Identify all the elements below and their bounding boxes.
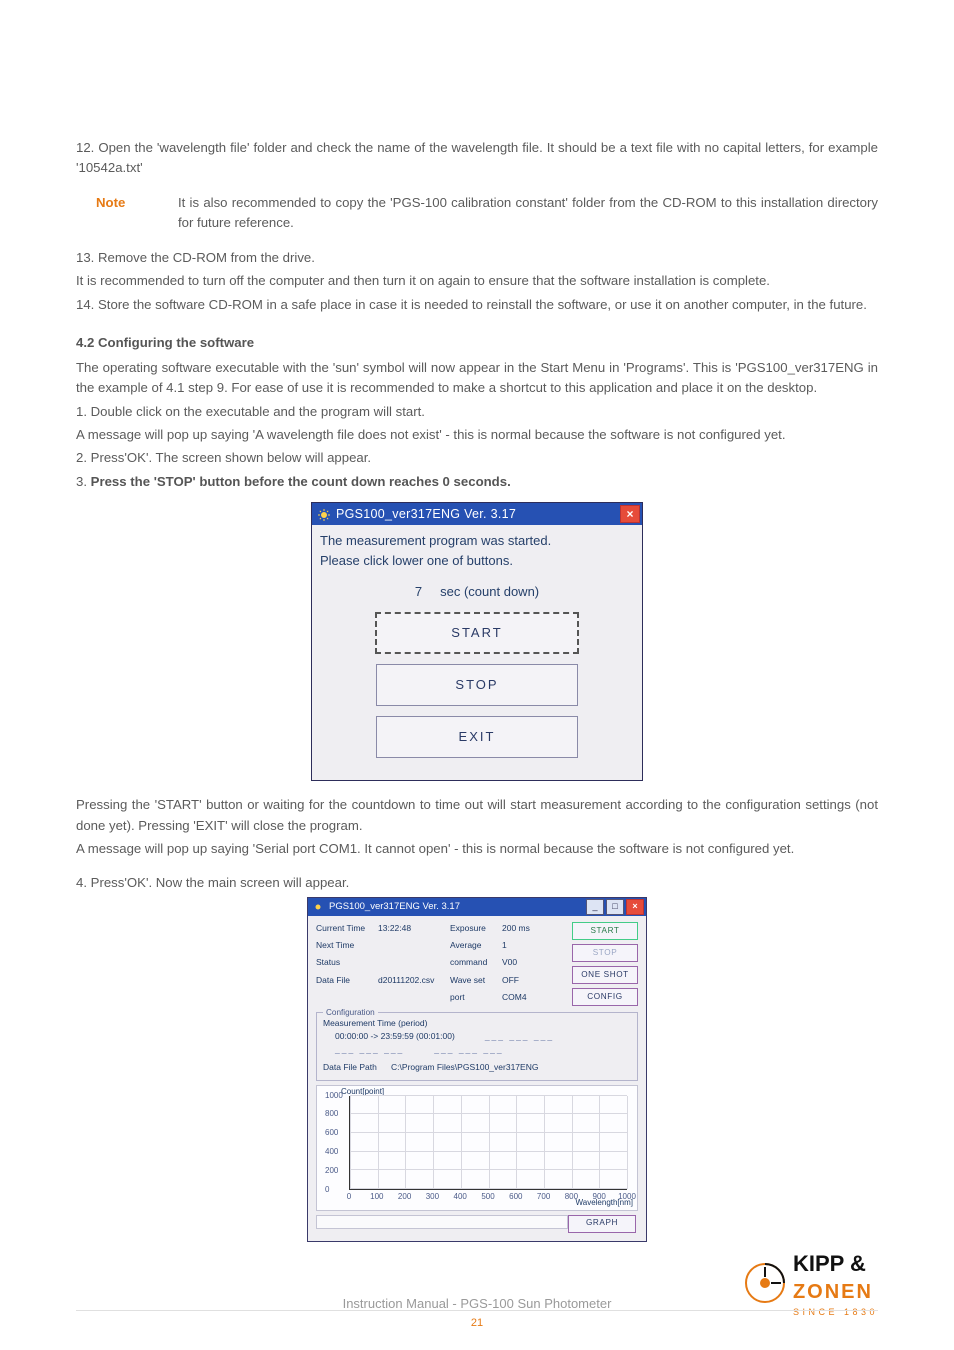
step-14: 14. Store the software CD-ROM in a safe …: [76, 295, 878, 315]
exit-button[interactable]: EXIT: [376, 716, 578, 758]
chart-x-tick: 1000: [618, 1191, 636, 1203]
config-button[interactable]: CONFIG: [572, 988, 638, 1006]
dashes-3: ___ ___ ___: [434, 1043, 503, 1056]
chart-panel: Count[point] Wavelength[nm] 010020030040…: [316, 1085, 638, 1211]
port-value: COM4: [502, 991, 538, 1006]
status-value: [378, 956, 446, 971]
chart-x-tick: 0: [347, 1191, 351, 1203]
step-4-2-4: 4. Press'OK'. Now the main screen will a…: [76, 873, 878, 893]
status-bar: [316, 1215, 568, 1229]
next-time-value: [378, 939, 446, 954]
exposure-value: 200 ms: [502, 922, 538, 937]
after-shot1-b: A message will pop up saying 'Serial por…: [76, 839, 878, 859]
step-4-2-1: 1. Double click on the executable and th…: [76, 402, 878, 422]
chart-x-tick: 300: [426, 1191, 439, 1203]
step-4-2-3: 3. Press the 'STOP' button before the co…: [76, 472, 878, 492]
chart-x-tick: 100: [370, 1191, 383, 1203]
chart-y-tick: 600: [325, 1127, 338, 1139]
section-4-2-heading: 4.2 Configuring the software: [76, 333, 878, 353]
main-screen-screenshot: PGS100_ver317ENG Ver. 3.17 _ □ × Current…: [307, 897, 647, 1242]
average-value: 1: [502, 939, 538, 954]
chart-x-tick: 200: [398, 1191, 411, 1203]
start-button[interactable]: START: [375, 612, 579, 654]
data-file-path-value: C:\Program Files\PGS100_ver317ENG: [391, 1062, 538, 1072]
section-4-2-intro: The operating software executable with t…: [76, 358, 878, 399]
brand-line-1: KIPP &: [793, 1247, 878, 1281]
chart-y-tick: 800: [325, 1108, 338, 1120]
meas-time-value: 00:00:00 -> 23:59:59 (00:01:00): [323, 1030, 455, 1043]
close-button[interactable]: ×: [620, 505, 640, 523]
step-13-followup: It is recommended to turn off the comput…: [76, 271, 878, 291]
data-file-value: d20111202.csv: [378, 974, 446, 989]
step-4-2-3-bold: Press the 'STOP' button before the count…: [91, 474, 511, 489]
sun-icon: [313, 902, 323, 912]
brand-line-2: ZONEN: [793, 1277, 878, 1308]
chart-x-tick: 500: [481, 1191, 494, 1203]
chart-y-tick: 1000: [325, 1089, 343, 1101]
step-12: 12. Open the 'wavelength file' folder an…: [76, 138, 878, 179]
chart-x-tick: 600: [509, 1191, 522, 1203]
chart-y-tick: 200: [325, 1165, 338, 1177]
note-label: Note: [76, 193, 178, 234]
waveset-value: OFF: [502, 974, 538, 989]
configuration-legend: Configuration: [323, 1007, 378, 1020]
status-label: Status: [316, 956, 374, 971]
countdown-suffix: sec (count down): [440, 584, 539, 599]
stop-button[interactable]: STOP: [376, 664, 578, 706]
waveset-label: Wave set: [450, 974, 498, 989]
startup-msg-2: Please click lower one of buttons.: [320, 551, 634, 571]
close-button[interactable]: ×: [626, 899, 644, 915]
chart-y-tick: 400: [325, 1146, 338, 1158]
step-13: 13. Remove the CD-ROM from the drive.: [76, 248, 878, 268]
after-shot1-a: Pressing the 'START' button or waiting f…: [76, 795, 878, 836]
step-4-2-3-prefix: 3.: [76, 474, 91, 489]
chart-plot-area: [349, 1096, 627, 1190]
startup-dialog-screenshot: PGS100_ver317ENG Ver. 3.17 × The measure…: [311, 502, 643, 781]
sun-icon: [318, 508, 330, 520]
step-4-2-2: 2. Press'OK'. The screen shown below wil…: [76, 448, 878, 468]
minimize-button[interactable]: _: [586, 899, 604, 915]
chart-x-tick: 700: [537, 1191, 550, 1203]
startup-msg-1: The measurement program was started.: [320, 531, 634, 551]
main-stop-button[interactable]: STOP: [572, 944, 638, 962]
main-start-button[interactable]: START: [572, 922, 638, 940]
page-number: 21: [76, 1310, 878, 1332]
main-titlebar: PGS100_ver317ENG Ver. 3.17 _ □ ×: [308, 898, 646, 916]
step-4-2-1-msg: A message will pop up saying 'A waveleng…: [76, 425, 878, 445]
countdown-line: 7 sec (count down): [320, 582, 634, 602]
current-time-label: Current Time: [316, 922, 374, 937]
chart-x-tick: 900: [593, 1191, 606, 1203]
note-text: It is also recommended to copy the 'PGS-…: [178, 193, 878, 234]
average-label: Average: [450, 939, 498, 954]
chart-y-tick: 0: [325, 1183, 329, 1195]
countdown-number: 7: [415, 584, 422, 599]
command-value: V00: [502, 956, 538, 971]
main-title: PGS100_ver317ENG Ver. 3.17: [329, 900, 586, 915]
chart-x-tick: 400: [454, 1191, 467, 1203]
startup-titlebar: PGS100_ver317ENG Ver. 3.17 ×: [312, 503, 642, 525]
current-time-value: 13:22:48: [378, 922, 446, 937]
graph-button[interactable]: GRAPH: [568, 1215, 636, 1233]
dashes-2: ___ ___ ___: [323, 1043, 404, 1056]
configuration-box: Configuration Measurement Time (period) …: [316, 1012, 638, 1081]
port-label: port: [450, 991, 498, 1006]
note-block: Note It is also recommended to copy the …: [76, 193, 878, 234]
next-time-label: Next Time: [316, 939, 374, 954]
data-file-path-label: Data File Path: [323, 1062, 377, 1072]
command-label: command: [450, 956, 498, 971]
dashes-1: ___ ___ ___: [485, 1030, 554, 1043]
maximize-button[interactable]: □: [606, 899, 624, 915]
chart-x-tick: 800: [565, 1191, 578, 1203]
kipp-zonen-mark-icon: [745, 1263, 785, 1303]
one-shot-button[interactable]: ONE SHOT: [572, 966, 638, 984]
data-file-label: Data File: [316, 974, 374, 989]
exposure-label: Exposure: [450, 922, 498, 937]
status-grid: Current Time 13:22:48 Exposure 200 ms Ne…: [316, 922, 538, 1006]
startup-title: PGS100_ver317ENG Ver. 3.17: [336, 505, 620, 524]
